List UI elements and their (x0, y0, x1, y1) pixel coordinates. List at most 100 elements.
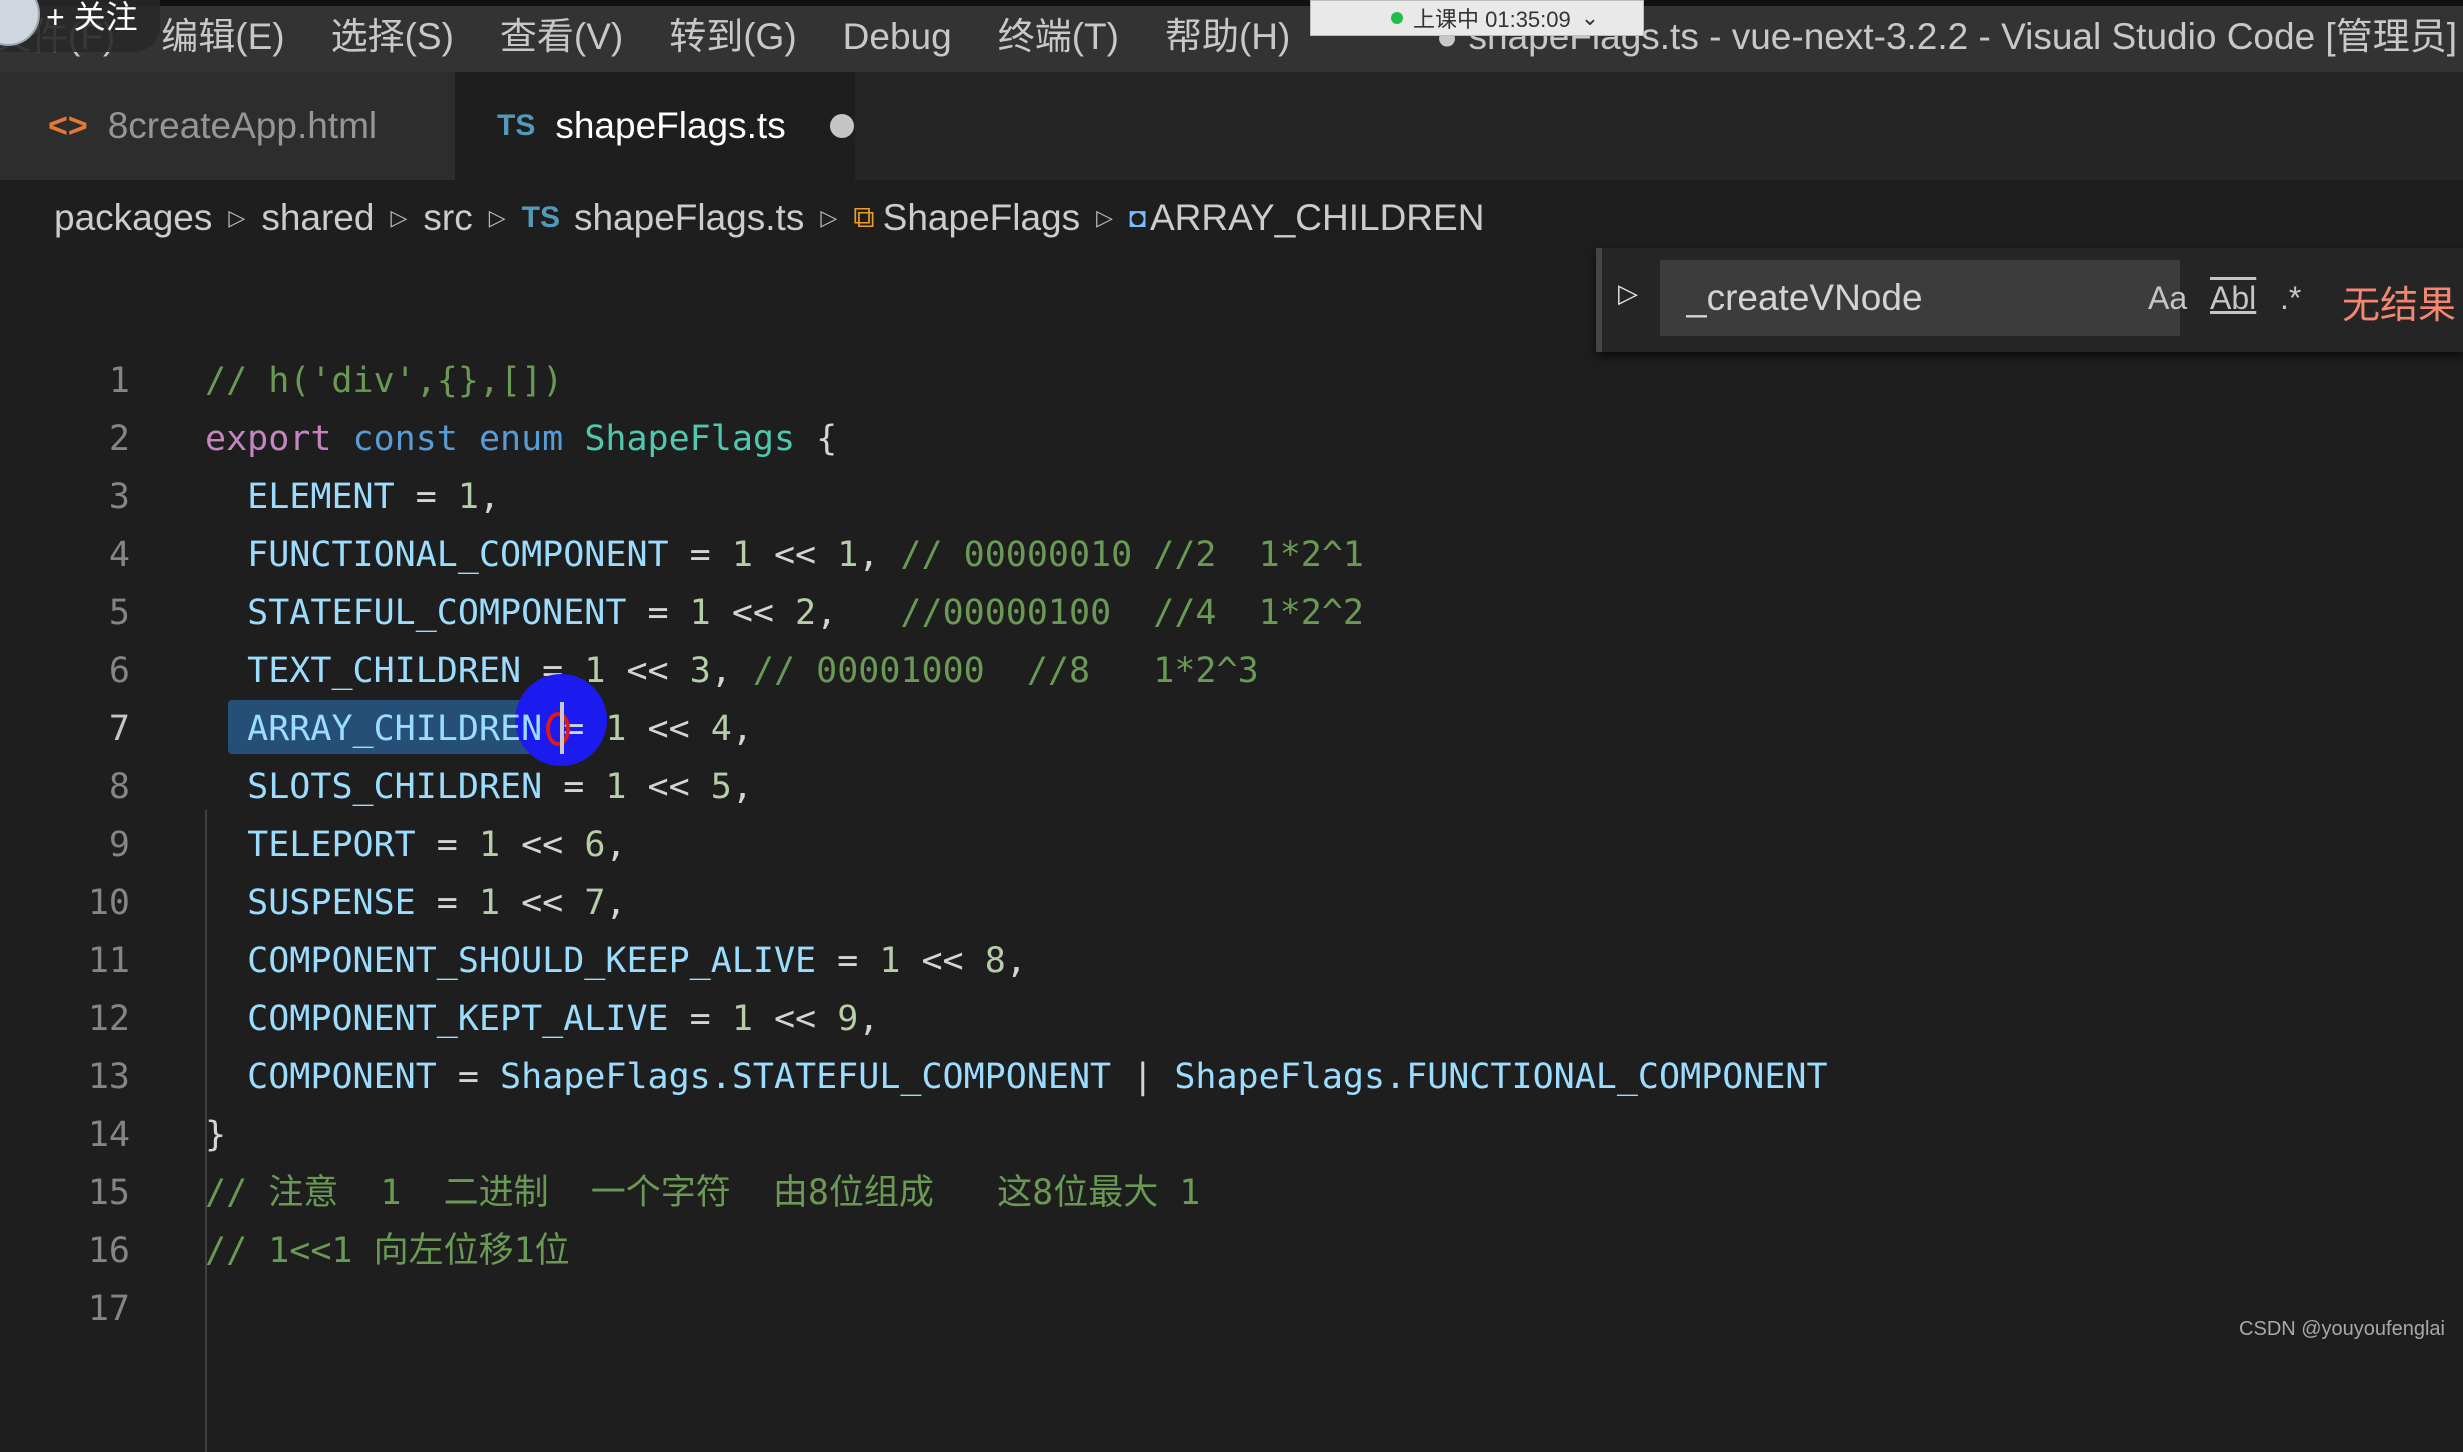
keyword: export (205, 419, 332, 459)
enum-member: COMPONENT_KEPT_ALIVE (247, 999, 669, 1039)
line-content[interactable]: COMPONENT_SHOULD_KEEP_ALIVE = 1 << 8, (205, 932, 1027, 990)
number: 2 (795, 593, 817, 633)
breadcrumb-member[interactable]: ARRAY_CHILDREN (1150, 197, 1484, 239)
chevron-right-icon: ▷ (820, 205, 838, 230)
line-content[interactable]: SUSPENSE = 1 << 7, (205, 874, 626, 932)
keyword: const (352, 419, 458, 459)
menu-view[interactable]: 查看(V) (477, 6, 646, 68)
follow-button[interactable]: + 关注 (46, 0, 138, 38)
member-reference: ShapeFlags.STATEFUL_COMPONENT (500, 1057, 1112, 1097)
code-line: 2 export const enum ShapeFlags { (0, 410, 2463, 468)
code-line: 8 SLOTS_CHILDREN = 1 << 5, (0, 758, 2463, 816)
watermark: CSDN @youyoufenglai (2239, 1318, 2445, 1340)
enum-member: COMPONENT_SHOULD_KEEP_ALIVE (247, 941, 817, 981)
chevron-right-icon: ▷ (1096, 205, 1114, 230)
code-editor[interactable]: 1 // h('div',{},[]) 2 export const enum … (0, 352, 2463, 1452)
line-content[interactable]: STATEFUL_COMPONENT = 1 << 2, //00000100 … (205, 584, 1364, 642)
number: 3 (689, 651, 711, 691)
breadcrumb-enum[interactable]: ShapeFlags (883, 197, 1080, 239)
enum-member: TELEPORT (247, 825, 416, 865)
tab-label: 8createApp.html (107, 105, 378, 146)
tab-8createapp-html[interactable]: <> 8createApp.html (0, 72, 455, 180)
enum-member: STATEFUL_COMPONENT (247, 593, 627, 633)
find-result-status: 无结果 (2342, 285, 2457, 327)
line-content[interactable]: } (205, 1106, 226, 1164)
line-content[interactable]: COMPONENT_KEPT_ALIVE = 1 << 9, (205, 990, 879, 1048)
code-line-current: 7 ARRAY_CHILDREN = 1 << 4, (0, 674, 2463, 766)
avatar[interactable] (0, 0, 40, 46)
line-number: 7 (108, 709, 130, 749)
chevron-down-icon[interactable]: ⌄ (1581, 5, 1599, 31)
line-content[interactable]: ELEMENT = 1, (205, 468, 500, 526)
number: 1 (457, 477, 479, 517)
brace: { (816, 419, 838, 459)
meeting-status-text: 上课中 01:35:09 (1413, 7, 1571, 32)
line-content[interactable]: COMPONENT = ShapeFlags.STATEFUL_COMPONEN… (205, 1048, 1827, 1106)
tab-shapeflags-ts[interactable]: TS shapeFlags.ts (455, 72, 855, 180)
line-content[interactable]: ARRAY_CHILDREN = 1 << 4, (205, 700, 753, 758)
breadcrumb: packages ▷ shared ▷ src ▷ TS shapeFlags.… (54, 188, 1484, 248)
line-content[interactable]: TELEPORT = 1 << 6, (205, 816, 626, 874)
breadcrumb-packages[interactable]: packages (54, 197, 212, 239)
code-line: 5 STATEFUL_COMPONENT = 1 << 2, //0000010… (0, 584, 2463, 642)
line-number: 10 (87, 883, 130, 923)
line-content[interactable]: export const enum ShapeFlags { (205, 410, 837, 468)
line-number: 6 (108, 651, 130, 691)
comment: // 00000010 //2 1*2^1 (900, 535, 1365, 575)
menu-edit[interactable]: 编辑(E) (138, 6, 307, 68)
title-bar: 文件(F) 编辑(E) 选择(S) 查看(V) 转到(G) Debug 终端(T… (0, 0, 2463, 72)
number: 9 (837, 999, 859, 1039)
menu-go[interactable]: 转到(G) (646, 6, 819, 68)
line-content[interactable]: // h('div',{},[]) (205, 352, 563, 410)
code-line: 13 COMPONENT = ShapeFlags.STATEFUL_COMPO… (0, 1048, 2463, 1106)
line-number: 4 (108, 535, 130, 575)
chevron-right-icon: ▷ (390, 205, 408, 230)
number: 1 (879, 941, 901, 981)
line-number: 13 (87, 1057, 130, 1097)
comment: // 注意 1 二进制 一个字符 由8位组成 这8位最大 1 (205, 1173, 1201, 1213)
line-number: 2 (108, 419, 130, 459)
whole-word-icon[interactable]: Abl (2210, 280, 2256, 317)
line-number: 14 (87, 1115, 130, 1155)
brace: } (205, 1115, 227, 1155)
line-number: 9 (108, 825, 130, 865)
menu-terminal[interactable]: 终端(T) (975, 6, 1142, 68)
live-dot-icon (1391, 12, 1403, 24)
code-line: 12 COMPONENT_KEPT_ALIVE = 1 << 9, (0, 990, 2463, 1048)
number: 1 (605, 767, 627, 807)
code-line: 4 FUNCTIONAL_COMPONENT = 1 << 1, // 0000… (0, 526, 2463, 584)
tab-label: shapeFlags.ts (555, 105, 786, 146)
find-input[interactable] (1684, 276, 2118, 320)
breadcrumb-src[interactable]: src (423, 197, 472, 239)
code-line: 3 ELEMENT = 1, (0, 468, 2463, 526)
toggle-replace-icon[interactable]: ▷ (1618, 278, 1638, 309)
line-number: 3 (108, 477, 130, 517)
keyword: enum (478, 419, 564, 459)
line-content[interactable]: // 1<<1 向左位移1位 (205, 1222, 570, 1280)
enum-member: ELEMENT (247, 477, 395, 517)
regex-icon[interactable]: .* (2280, 280, 2301, 317)
menu-help[interactable]: 帮助(H) (1142, 6, 1313, 68)
number: 1 (478, 883, 501, 923)
line-number: 15 (87, 1173, 130, 1213)
breadcrumb-file[interactable]: shapeFlags.ts (574, 197, 804, 239)
line-content[interactable]: SLOTS_CHILDREN = 1 << 5, (205, 758, 753, 816)
breadcrumb-shared[interactable]: shared (261, 197, 374, 239)
meeting-status-badge[interactable]: 上课中 01:35:09 ⌄ (1310, 0, 1644, 36)
line-content[interactable]: TEXT_CHILDREN = 1 << 3, // 00001000 //8 … (205, 642, 1259, 700)
menu-debug[interactable]: Debug (820, 6, 975, 68)
unsaved-dot-icon[interactable] (829, 114, 854, 138)
code-line: 16 // 1<<1 向左位移1位 (0, 1222, 2463, 1280)
line-content[interactable]: // 注意 1 二进制 一个字符 由8位组成 这8位最大 1 (205, 1164, 1200, 1222)
line-content[interactable]: FUNCTIONAL_COMPONENT = 1 << 1, // 000000… (205, 526, 1364, 584)
find-widget: ▷ Aa Abl .* 无结果 (1596, 248, 2463, 352)
line-number: 1 (108, 361, 130, 401)
match-case-icon[interactable]: Aa (2148, 280, 2187, 317)
follow-overlay[interactable]: + 关注 (0, 0, 160, 52)
code-line: 17 (0, 1280, 2463, 1338)
line-number: 11 (87, 941, 130, 981)
typescript-file-icon: TS (521, 201, 560, 234)
menu-selection[interactable]: 选择(S) (308, 6, 477, 68)
enum-member: ARRAY_CHILDREN (247, 709, 543, 749)
number: 1 (689, 593, 711, 633)
